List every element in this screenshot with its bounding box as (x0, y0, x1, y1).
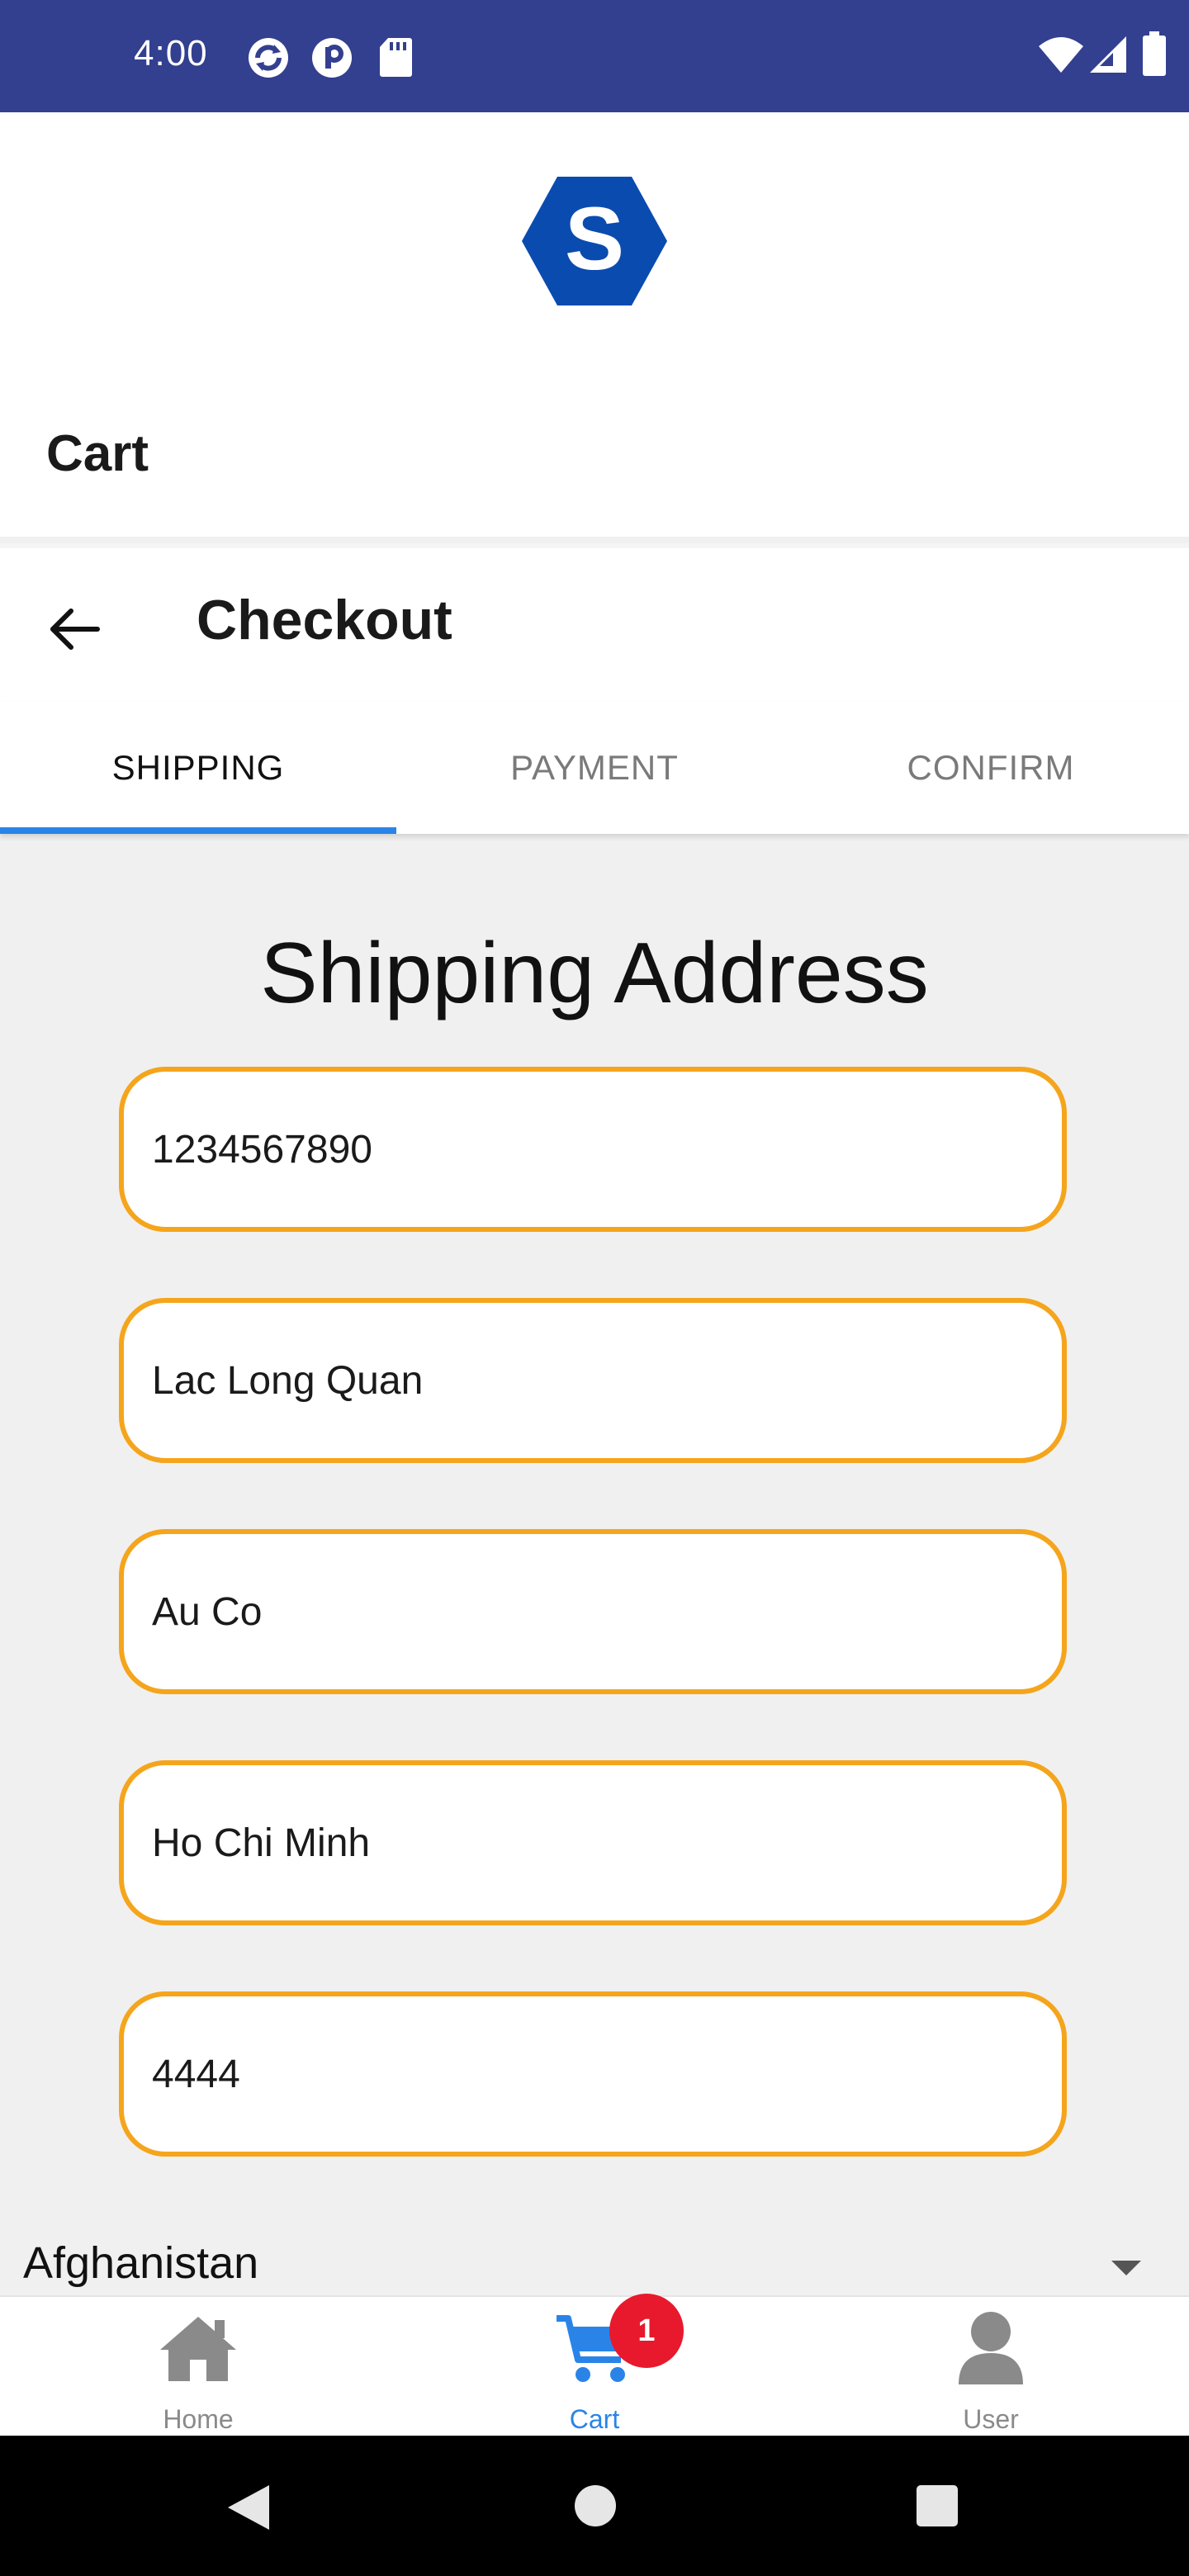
tab-indicator (0, 827, 396, 834)
field-value: 1234567890 (152, 1127, 372, 1172)
district-field[interactable]: Au Co (119, 1529, 1067, 1694)
recents-square-icon[interactable] (915, 2484, 959, 2528)
status-bar: 4:00 (0, 0, 1189, 112)
nav-home[interactable]: Home (0, 2297, 396, 2437)
back-triangle-icon[interactable] (225, 2484, 271, 2531)
section-title: Shipping Address (260, 926, 929, 1021)
checkout-title: Checkout (197, 589, 452, 651)
postal-code-field[interactable]: 4444 (119, 1991, 1067, 2157)
tab-label: CONFIRM (907, 748, 1075, 787)
sync-icon (249, 38, 288, 78)
wifi-icon (1039, 37, 1083, 73)
city-field[interactable]: Ho Chi Minh (119, 1760, 1067, 1925)
tab-label: PAYMENT (510, 748, 679, 787)
nav-cart[interactable]: Cart (396, 2297, 793, 2437)
home-circle-icon[interactable] (573, 2484, 618, 2528)
bottom-nav: Home Cart User (0, 2295, 1189, 2437)
home-icon (160, 2317, 236, 2381)
signal-icon (1090, 36, 1126, 73)
page-title: Cart (46, 425, 149, 482)
nav-label: Cart (569, 2404, 620, 2434)
p-icon (312, 38, 352, 78)
nav-label: User (963, 2404, 1019, 2434)
logo: S (522, 177, 667, 305)
system-nav-bar (0, 2436, 1189, 2576)
chevron-down-icon (1111, 2261, 1141, 2275)
logo-letter: S (565, 188, 624, 288)
field-value: 4444 (152, 2052, 240, 2096)
country-value: Afghanistan (23, 2238, 259, 2288)
field-value: Au Co (152, 1589, 263, 1634)
checkout-tabs: SHIPPING PAYMENT CONFIRM (0, 702, 1189, 834)
tab-shipping[interactable]: SHIPPING (0, 702, 396, 834)
back-arrow-icon[interactable] (46, 599, 106, 659)
phone-field[interactable]: 1234567890 (119, 1067, 1067, 1232)
field-value: Ho Chi Minh (152, 1821, 371, 1865)
cart-badge: 1 (609, 2294, 684, 2368)
nav-label: Home (163, 2404, 234, 2434)
tab-confirm[interactable]: CONFIRM (793, 702, 1189, 834)
app-header: S Cart (0, 112, 1189, 537)
field-value: Lac Long Quan (152, 1358, 424, 1403)
status-time: 4:00 (134, 33, 208, 73)
nav-user[interactable]: User (793, 2297, 1189, 2437)
tab-payment[interactable]: PAYMENT (396, 702, 793, 834)
user-icon (959, 2312, 1023, 2384)
sd-card-icon (380, 38, 412, 77)
battery-icon (1143, 31, 1166, 76)
country-select[interactable]: Afghanistan (23, 2229, 1166, 2295)
address-field[interactable]: Lac Long Quan (119, 1298, 1067, 1463)
checkout-bar: Checkout (0, 543, 1189, 705)
tab-label: SHIPPING (111, 748, 285, 787)
